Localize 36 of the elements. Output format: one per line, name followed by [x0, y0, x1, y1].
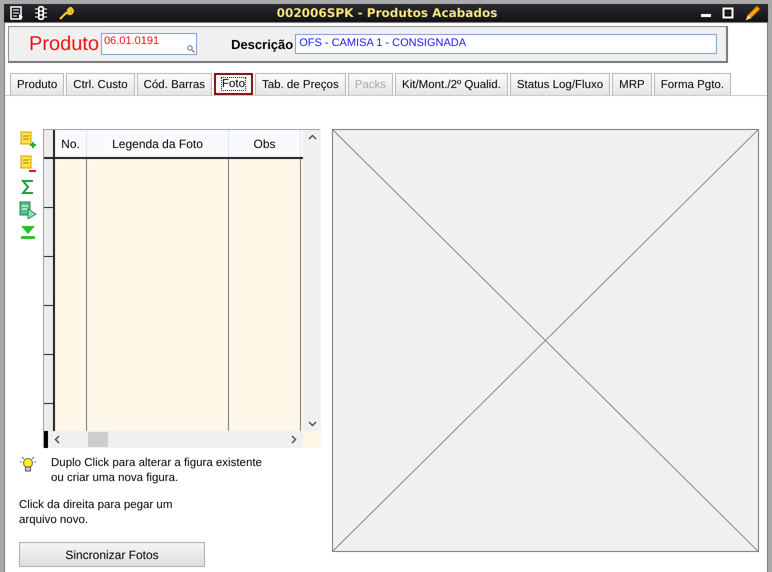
menu-icon[interactable] [10, 6, 24, 20]
scrollbar-corner [303, 431, 321, 448]
tab[interactable]: Produto [10, 73, 64, 95]
scroll-right-icon[interactable] [291, 435, 297, 444]
description-field[interactable]: OFS - CAMISA 1 - CONSIGNADA [295, 34, 718, 54]
tab[interactable]: Cód. Barras [136, 73, 212, 95]
search-icon[interactable] [187, 45, 196, 53]
column-header[interactable]: No. [55, 130, 87, 157]
tab[interactable]: MRP [612, 73, 652, 95]
description-label: Descrição [231, 36, 294, 52]
horizontal-scrollbar[interactable] [44, 431, 303, 448]
hint-text: Duplo Click para alterar a figura existente ou criar uma nova figura. [51, 456, 263, 486]
tab[interactable]: Status Log/Fluxo [510, 73, 610, 95]
export-icon[interactable] [19, 201, 37, 219]
scroll-down-icon[interactable] [308, 421, 316, 427]
add-row-icon[interactable] [19, 131, 37, 149]
scroll-up-icon[interactable] [308, 134, 316, 140]
product-label: Produto [29, 32, 100, 56]
tab[interactable]: Tab. de Preços [254, 73, 346, 95]
column-header[interactable]: Obs [229, 130, 301, 157]
pencil-icon[interactable] [744, 4, 762, 22]
sync-photos-button[interactable]: Sincronizar Fotos [19, 542, 205, 567]
remove-row-icon[interactable] [19, 155, 37, 173]
column-header[interactable]: Legenda da Foto [87, 130, 229, 157]
tab[interactable]: Foto [214, 73, 253, 95]
product-field[interactable]: 06.01.0191 [101, 33, 198, 55]
tab[interactable]: Forma Pgto. [654, 73, 731, 95]
window-title: 002006SPK - Produtos Acabados [276, 6, 498, 20]
scroll-left-icon[interactable] [54, 435, 60, 444]
traffic-light-icon[interactable] [34, 5, 48, 21]
wrench-icon[interactable] [58, 5, 74, 21]
hint-text: Click da direita para pegar um arquivo novo. [19, 498, 174, 528]
tab[interactable]: Kit/Mont./2º Qualid. [395, 73, 508, 95]
maximize-icon[interactable] [722, 7, 734, 19]
tab[interactable]: Ctrl. Custo [66, 73, 135, 95]
lightbulb-icon [19, 456, 37, 474]
